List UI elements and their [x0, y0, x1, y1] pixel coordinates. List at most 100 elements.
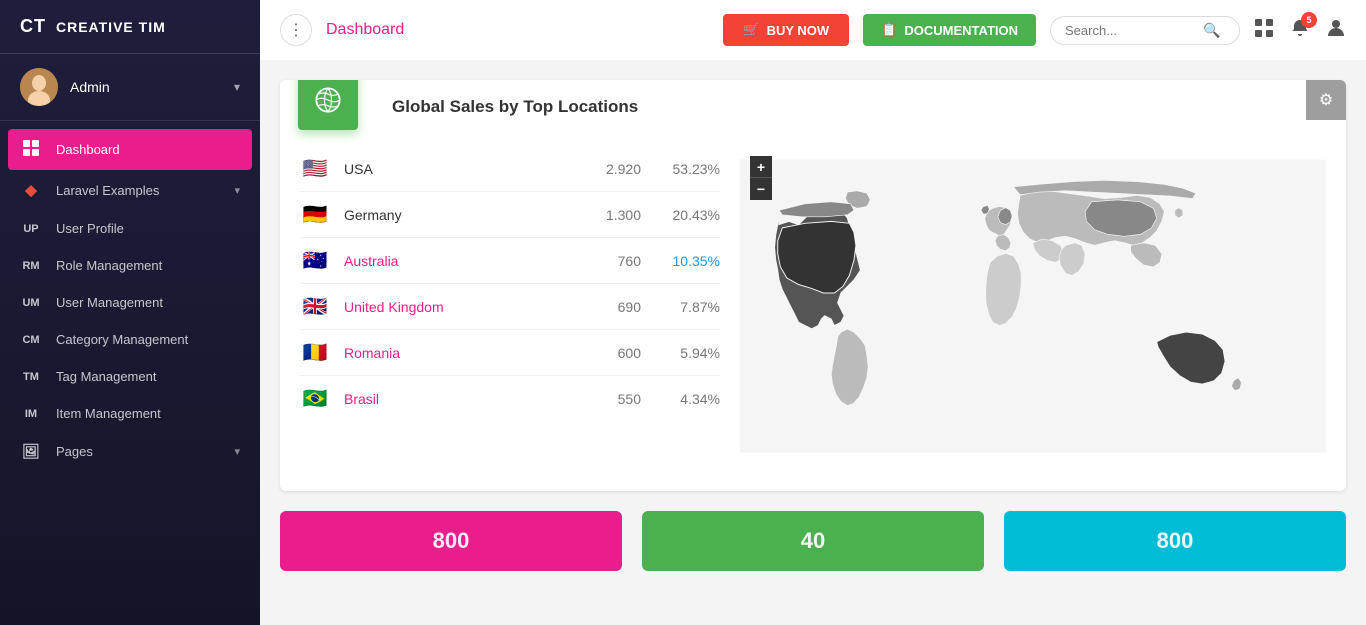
- flag-germany: 🇩🇪: [300, 202, 330, 227]
- bottom-card-value-green: 40: [801, 528, 825, 554]
- sidebar-item-label-tag-management: Tag Management: [56, 369, 240, 384]
- location-count-usa: 2.920: [581, 161, 641, 177]
- settings-button[interactable]: ⚙: [1306, 80, 1346, 120]
- chevron-down-icon: ▾: [234, 184, 240, 197]
- menu-dots-icon: ⋮: [288, 20, 304, 40]
- sidebar-item-label-laravel: Laravel Examples: [56, 183, 220, 198]
- zoom-in-icon: +: [757, 160, 765, 174]
- location-pct-germany: 20.43%: [655, 207, 720, 223]
- location-table: 🇺🇸 USA 2.920 53.23% 🇩🇪 Germany 1.300 20.…: [300, 146, 720, 471]
- location-pct-usa: 53.23%: [655, 161, 720, 177]
- documentation-label: DOCUMENTATION: [904, 23, 1018, 38]
- zoom-in-button[interactable]: +: [750, 156, 772, 178]
- flag-uk: 🇬🇧: [300, 294, 330, 319]
- pages-icon: 🖼: [20, 443, 42, 460]
- sidebar-item-label-dashboard: Dashboard: [56, 142, 240, 157]
- table-row: 🇦🇺 Australia 760 10.35%: [300, 238, 720, 284]
- gear-icon: ⚙: [1319, 90, 1333, 110]
- sidebar-item-label-item-management: Item Management: [56, 406, 240, 421]
- dashboard-icon: [20, 140, 42, 159]
- sidebar-item-laravel-examples[interactable]: ◆ Laravel Examples ▾: [0, 170, 260, 210]
- zoom-out-icon: −: [757, 182, 765, 196]
- bottom-card-green: 40: [642, 511, 984, 571]
- table-row: 🇬🇧 United Kingdom 690 7.87%: [300, 284, 720, 330]
- page-title: Dashboard: [326, 21, 709, 39]
- search-input[interactable]: [1065, 23, 1195, 38]
- user-profile-icon: UP: [20, 223, 42, 235]
- location-pct-brasil: 4.34%: [655, 391, 720, 407]
- grid-icon[interactable]: [1254, 18, 1274, 43]
- flag-brasil: 🇧🇷: [300, 386, 330, 411]
- user-dropdown-arrow-icon[interactable]: ▾: [234, 80, 240, 94]
- globe-icon-container: [298, 80, 358, 130]
- sidebar-item-dashboard[interactable]: Dashboard: [8, 129, 252, 170]
- location-name-usa: USA: [344, 161, 567, 177]
- sidebar-item-category-management[interactable]: CM Category Management: [0, 321, 260, 358]
- sidebar-item-tag-management[interactable]: TM Tag Management: [0, 358, 260, 395]
- sidebar-item-user-management[interactable]: UM User Management: [0, 284, 260, 321]
- table-row: 🇺🇸 USA 2.920 53.23%: [300, 146, 720, 192]
- header-icons: 5: [1254, 18, 1346, 43]
- user-account-icon[interactable]: [1326, 18, 1346, 43]
- sidebar-navigation: Dashboard ◆ Laravel Examples ▾ UP User P…: [0, 121, 260, 625]
- location-count-romania: 600: [581, 345, 641, 361]
- location-name-australia[interactable]: Australia: [344, 253, 567, 269]
- title-bold: Top Locations: [523, 97, 638, 116]
- header-menu-button[interactable]: ⋮: [280, 14, 312, 46]
- location-name-brasil[interactable]: Brasil: [344, 391, 567, 407]
- sidebar-item-item-management[interactable]: IM Item Management: [0, 395, 260, 432]
- world-map-svg: [740, 146, 1326, 466]
- sidebar-item-label-user-profile: User Profile: [56, 221, 240, 236]
- buy-now-button[interactable]: 🛒 BUY NOW: [723, 14, 849, 46]
- sidebar-item-label-user-management: User Management: [56, 295, 240, 310]
- flag-romania: 🇷🇴: [300, 340, 330, 365]
- sidebar-logo: CT CREATIVE TIM: [0, 0, 260, 54]
- sidebar-item-role-management[interactable]: RM Role Management: [0, 247, 260, 284]
- avatar-image: [20, 68, 58, 106]
- bottom-card-value-pink: 800: [433, 528, 470, 554]
- location-name-romania[interactable]: Romania: [344, 345, 567, 361]
- table-row: 🇷🇴 Romania 600 5.94%: [300, 330, 720, 376]
- logo-name: CREATIVE TIM: [56, 19, 166, 35]
- location-name-uk[interactable]: United Kingdom: [344, 299, 567, 315]
- avatar: [20, 68, 58, 106]
- sidebar-user[interactable]: Admin ▾: [0, 54, 260, 121]
- role-management-icon: RM: [20, 260, 42, 272]
- sidebar-item-user-profile[interactable]: UP User Profile: [0, 210, 260, 247]
- bottom-card-cyan: 800: [1004, 511, 1346, 571]
- zoom-out-button[interactable]: −: [750, 178, 772, 200]
- main-content: ⋮ Dashboard 🛒 BUY NOW 📋 DOCUMENTATION 🔍: [260, 0, 1366, 625]
- cart-icon: 🛒: [743, 22, 759, 38]
- map-zoom-controls: + −: [750, 156, 772, 200]
- flag-usa: 🇺🇸: [300, 156, 330, 181]
- location-count-uk: 690: [581, 299, 641, 315]
- user-name: Admin: [70, 79, 222, 95]
- bottom-card-pink: 800: [280, 511, 622, 571]
- notification-badge: 5: [1301, 12, 1317, 28]
- location-count-australia: 760: [581, 253, 641, 269]
- documentation-button[interactable]: 📋 DOCUMENTATION: [863, 14, 1036, 46]
- location-pct-romania: 5.94%: [655, 345, 720, 361]
- location-count-brasil: 550: [581, 391, 641, 407]
- search-icon[interactable]: 🔍: [1203, 22, 1220, 39]
- search-box[interactable]: 🔍: [1050, 16, 1240, 45]
- sidebar-item-label-category-management: Category Management: [56, 332, 240, 347]
- world-map-area: + −: [740, 146, 1326, 471]
- category-management-icon: CM: [20, 334, 42, 346]
- bottom-card-value-cyan: 800: [1157, 528, 1194, 554]
- item-management-icon: IM: [20, 408, 42, 420]
- notification-icon[interactable]: 5: [1290, 18, 1310, 43]
- header: ⋮ Dashboard 🛒 BUY NOW 📋 DOCUMENTATION 🔍: [260, 0, 1366, 60]
- sidebar: CT CREATIVE TIM Admin ▾: [0, 0, 260, 625]
- user-management-icon: UM: [20, 297, 42, 309]
- sidebar-item-label-pages: Pages: [56, 444, 220, 459]
- location-pct-australia: 10.35%: [655, 253, 720, 269]
- sidebar-item-pages[interactable]: 🖼 Pages ▾: [0, 432, 260, 471]
- map-card-header: Global Sales by Top Locations: [280, 80, 1346, 130]
- table-row: 🇧🇷 Brasil 550 4.34%: [300, 376, 720, 421]
- location-name-germany: Germany: [344, 207, 567, 223]
- tag-management-icon: TM: [20, 371, 42, 383]
- map-card-title: Global Sales by Top Locations: [376, 81, 638, 129]
- content-area: ⚙ Global Sales by Top Locations: [260, 60, 1366, 625]
- title-start: Global Sales by: [392, 97, 523, 116]
